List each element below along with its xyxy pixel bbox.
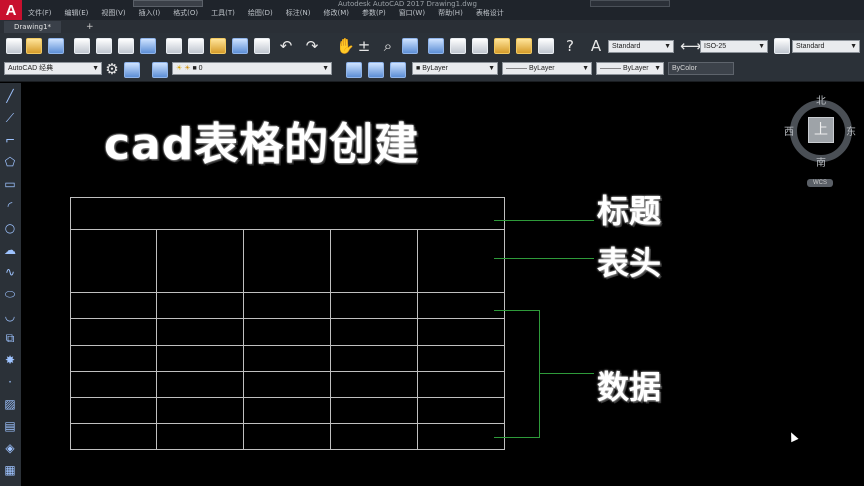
compass-south[interactable]: 南 [816, 154, 826, 169]
callout-title: 标题 [597, 192, 662, 230]
view-cube[interactable]: 上 北 南 东 西 [784, 92, 856, 172]
compass-west[interactable]: 西 [784, 123, 794, 138]
callout-data: 数据 [597, 368, 662, 406]
callout-header: 表头 [597, 244, 662, 282]
compass-east[interactable]: 东 [846, 123, 856, 138]
canvas-heading: cad表格的创建 [104, 119, 420, 170]
drawing-geometry [70, 197, 594, 450]
compass-north[interactable]: 北 [816, 92, 826, 107]
view-cube-top-face[interactable]: 上 [808, 117, 834, 143]
leader-lines [494, 220, 594, 438]
cad-table [70, 197, 505, 450]
table-outline [70, 197, 505, 450]
wcs-menu[interactable]: WCS [807, 179, 833, 187]
data-bracket [494, 310, 540, 438]
